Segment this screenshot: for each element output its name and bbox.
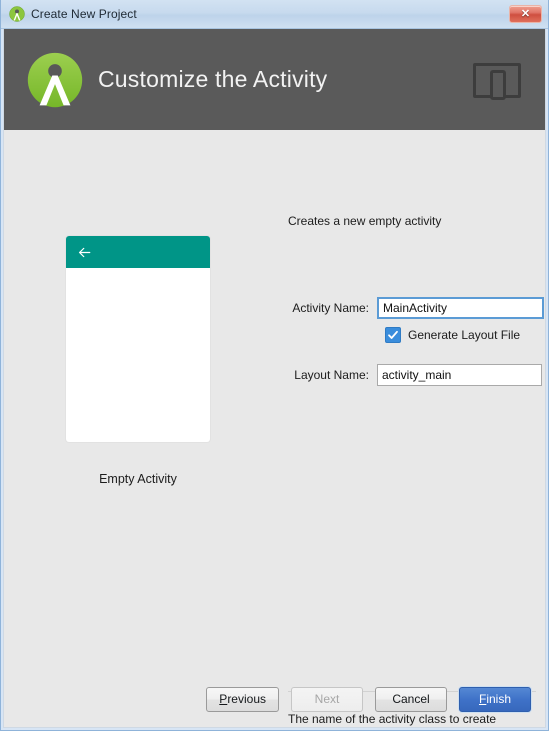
generate-layout-label[interactable]: Generate Layout File: [408, 328, 520, 342]
close-glyph: ✕: [520, 7, 531, 20]
activity-preview-card[interactable]: [66, 236, 210, 442]
activity-name-row: Activity Name:: [288, 297, 544, 319]
generate-layout-checkbox[interactable]: [385, 327, 401, 343]
close-icon[interactable]: ✕: [509, 5, 542, 23]
arrow-left-icon: [77, 245, 92, 260]
layout-name-row: Layout Name:: [288, 364, 542, 386]
wizard-footer: Previous Next Cancel Finish: [4, 671, 545, 727]
preview-appbar: [66, 236, 210, 268]
cancel-button[interactable]: Cancel: [375, 686, 447, 712]
window-title: Create New Project: [31, 7, 137, 21]
activity-name-input[interactable]: [377, 297, 544, 319]
create-new-project-window: Create New Project ✕ Customize the Activ…: [0, 0, 549, 731]
generate-layout-row: Generate Layout File: [288, 327, 536, 343]
page-title: Customize the Activity: [98, 66, 328, 92]
wizard-header: Customize the Activity: [4, 29, 545, 130]
template-description: Creates a new empty activity: [288, 214, 442, 228]
previous-label-rest: revious: [227, 692, 266, 706]
android-studio-logo-icon: [26, 51, 84, 109]
previous-mnemonic: P: [219, 692, 228, 706]
layout-name-label: Layout Name:: [294, 368, 369, 382]
dialog-client-area: Customize the Activity Empty Activity Cr…: [3, 29, 546, 728]
wizard-body: Empty Activity Creates a new empty activ…: [4, 130, 545, 726]
tablet-phone-devices-icon: [473, 60, 521, 100]
next-button: Next: [291, 686, 363, 712]
layout-name-input[interactable]: [377, 364, 542, 386]
activity-name-label: Activity Name:: [292, 301, 369, 315]
android-studio-icon: [9, 6, 25, 22]
finish-label-rest: inish: [486, 692, 512, 706]
activity-form: Creates a new empty activity Activity Na…: [288, 130, 544, 386]
phone-shape: [490, 69, 506, 100]
window-titlebar[interactable]: Create New Project ✕: [1, 0, 548, 29]
template-name-label: Empty Activity: [99, 472, 177, 486]
template-preview: Empty Activity: [4, 130, 272, 486]
finish-mnemonic: F: [478, 692, 487, 706]
finish-button[interactable]: Finish: [459, 686, 531, 712]
previous-button[interactable]: Previous: [206, 686, 279, 712]
